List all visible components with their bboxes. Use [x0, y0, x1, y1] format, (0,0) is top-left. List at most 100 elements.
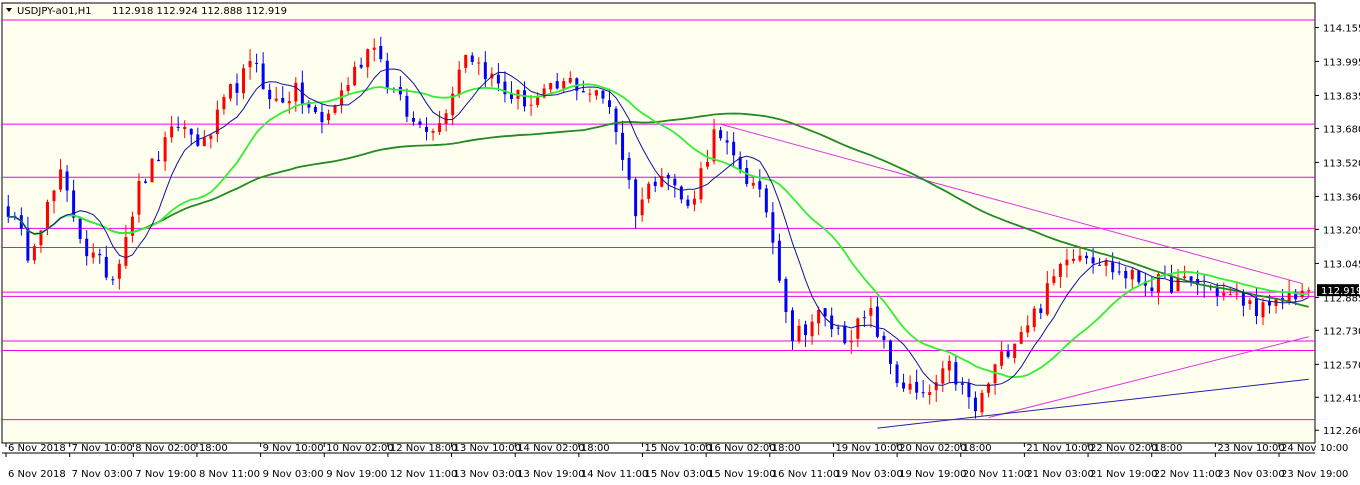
candle-body-199 [1307, 290, 1311, 292]
x-bottom-tick-label-1: 7 Nov 03:00 [72, 469, 133, 480]
candle-body-80 [529, 104, 533, 106]
candle-body-121 [797, 325, 801, 342]
candle-body-179 [1176, 278, 1180, 291]
candle-body-130 [856, 318, 860, 339]
candle-body-48 [320, 111, 324, 123]
chart-svg[interactable]: 114.155 113.995 113.835 113.680 113.520 113.3… [0, 0, 1360, 485]
candle-body-149 [980, 392, 984, 413]
candle-body-115 [758, 181, 762, 190]
candle-body-159 [1045, 283, 1049, 315]
candle-body-54 [359, 64, 363, 68]
candle-body-83 [549, 83, 553, 90]
candle-body-157 [1032, 308, 1036, 328]
candle-body-139 [915, 381, 919, 393]
candle-body-156 [1026, 325, 1030, 333]
candle-body-57 [379, 46, 383, 60]
candle-body-108 [712, 129, 716, 162]
candle-body-11 [78, 218, 82, 239]
candle-body-189 [1241, 292, 1245, 306]
x-bottom-tick-label-9: 14 Nov 11:00 [581, 469, 648, 480]
x-top-tick-label-14: 20 Nov 02:00 [899, 443, 966, 454]
candle-body-31 [209, 135, 213, 139]
symbol-label: USDJPY-a01,H1 [17, 6, 92, 17]
y-tick-label-1: 113.995 [1323, 57, 1360, 68]
x-bottom-tick-label-3: 8 Nov 11:00 [199, 469, 260, 480]
x-top-tick-label-2: 8 Nov 02:00 [135, 443, 196, 454]
x-bottom-tick-label-16: 21 Nov 03:00 [1026, 469, 1093, 480]
candle-body-61 [405, 95, 409, 117]
candle-body-89 [588, 93, 592, 95]
x-bottom-tick-label-13: 19 Nov 03:00 [835, 469, 902, 480]
candle-body-101 [666, 174, 670, 179]
price-chart[interactable]: 114.155 113.995 113.835 113.680 113.520 113.3… [0, 0, 1360, 485]
candle-body-28 [189, 128, 193, 135]
candle-body-21 [144, 181, 148, 183]
candle-body-192 [1261, 302, 1265, 318]
candle-body-88 [581, 91, 585, 93]
x-bottom-tick-label-11: 15 Nov 19:00 [708, 469, 775, 480]
x-top-tick-label-0: 6 Nov 2018 [8, 443, 66, 454]
candle-body-7 [52, 190, 56, 202]
candle-body-38 [255, 62, 259, 64]
candle-body-134 [882, 335, 886, 341]
candle-body-181 [1189, 276, 1193, 281]
candle-body-170 [1117, 271, 1121, 273]
x-top-tick-label-9: 18:00 [581, 443, 610, 454]
candle-body-164 [1078, 255, 1082, 261]
y-tick-label-11: 112.415 [1323, 393, 1360, 404]
candle-body-166 [1091, 257, 1095, 264]
candle-body-145 [954, 362, 958, 385]
candle-body-26 [176, 126, 180, 128]
candle-body-52 [346, 84, 350, 91]
x-top-tick-label-7: 13 Nov 10:00 [454, 443, 521, 454]
candle-body-172 [1130, 269, 1134, 280]
candle-body-124 [817, 309, 821, 324]
candle-body-187 [1228, 294, 1232, 296]
x-top-tick-label-15: 18:00 [963, 443, 992, 454]
x-top-tick-label-12: 18:00 [772, 443, 801, 454]
candle-body-147 [967, 383, 971, 398]
candle-body-186 [1222, 292, 1226, 296]
candle-body-140 [921, 392, 925, 394]
candle-body-56 [372, 47, 376, 50]
candle-body-66 [438, 123, 442, 133]
x-top-tick-label-17: 22 Nov 02:00 [1090, 443, 1157, 454]
y-tick-label-3: 113.680 [1323, 124, 1360, 135]
candle-body-42 [281, 97, 285, 103]
candle-body-98 [647, 183, 651, 199]
candle-body-141 [928, 392, 932, 396]
candle-body-86 [568, 77, 572, 83]
candle-body-167 [1098, 264, 1102, 266]
candle-body-75 [496, 74, 500, 84]
x-top-tick-label-18: 18:00 [1154, 443, 1183, 454]
candle-body-70 [464, 54, 468, 68]
candle-body-81 [536, 96, 540, 105]
candle-body-125 [823, 308, 827, 317]
candle-body-62 [411, 117, 415, 122]
candle-body-39 [261, 63, 265, 90]
y-axis: 114.155 113.995 113.835 113.680 113.520 113.3… [1315, 23, 1360, 437]
candle-body-144 [947, 360, 951, 371]
plot-background [1, 2, 1316, 444]
x-axis: 6 Nov 2018 7 Nov 10:00 8 Nov 02:00 18:00 9 N… [2, 443, 1348, 480]
x-top-tick-label-6: 12 Nov 18:00 [390, 443, 457, 454]
candle-body-153 [1006, 350, 1010, 357]
candle-body-138 [908, 383, 912, 390]
candle-body-84 [555, 81, 559, 89]
candle-body-109 [719, 130, 723, 139]
candle-body-113 [745, 168, 749, 184]
candle-body-37 [248, 60, 252, 68]
candle-body-133 [875, 306, 879, 337]
candle-body-14 [98, 253, 102, 256]
candle-body-8 [59, 169, 63, 190]
candle-body-146 [960, 383, 964, 385]
candle-body-18 [124, 237, 128, 266]
candle-body-63 [418, 121, 422, 125]
candle-body-161 [1058, 264, 1062, 277]
candle-body-40 [268, 89, 272, 100]
candle-body-24 [163, 137, 167, 162]
candle-body-158 [1039, 308, 1043, 314]
candle-body-128 [843, 325, 847, 344]
candle-body-94 [621, 132, 625, 160]
candle-body-36 [242, 68, 246, 94]
